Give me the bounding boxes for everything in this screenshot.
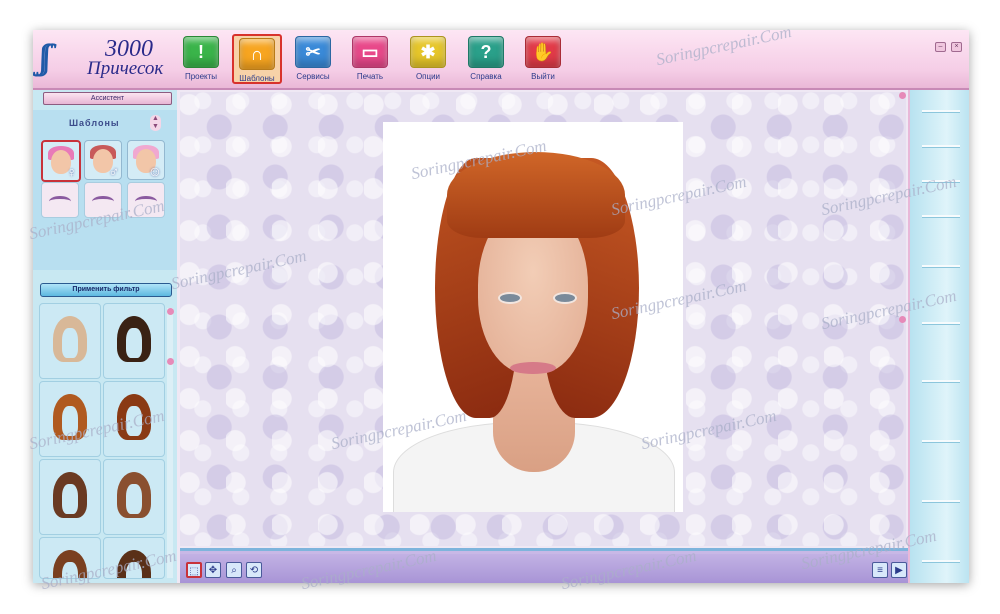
hairstyle-crown	[447, 152, 625, 238]
exit-hand-icon: ✋	[525, 36, 561, 68]
photo-right-eye	[553, 292, 577, 304]
services-label: Сервисы	[296, 72, 330, 81]
panel-divider	[922, 145, 960, 147]
left-panel: Ассистент Шаблоны ▲ ▼ ♀ ♂ ☺ Применить фи…	[33, 90, 177, 583]
panel-divider	[922, 440, 960, 442]
portrait-photo[interactable]	[383, 122, 683, 512]
app-logo: ʃʃ 3000 Причесок	[37, 34, 169, 84]
hairstyle-thumbnail[interactable]	[39, 303, 101, 379]
hairstyle-wig-icon	[117, 394, 151, 440]
templates-scroll-arrows-icon[interactable]: ▲ ▼	[150, 115, 161, 131]
hairstyle-wig-icon	[117, 550, 151, 578]
canvas-side-knob-icon[interactable]	[899, 316, 906, 323]
bottom-toolbar-body: ⬚ ✥ ⌕ ⟲ ≡ ▶	[180, 554, 908, 583]
eye-makeup-icon	[92, 196, 114, 207]
templates-title: Шаблоны	[69, 118, 120, 128]
logo-mark-icon: ʃʃ	[39, 38, 52, 78]
scroll-knob-icon[interactable]	[167, 358, 174, 365]
app-window: ʃʃ 3000 Причесок ! Проекты ∩ Шаблоны ✂ С…	[33, 30, 969, 583]
female-category-button[interactable]: ♀	[41, 140, 81, 182]
hairstyle-thumbnail[interactable]	[103, 537, 165, 579]
hairstyle-wig-icon	[53, 472, 87, 518]
hairstyle-thumbnail[interactable]	[39, 459, 101, 535]
select-move-icon[interactable]: ⬚	[186, 562, 202, 578]
scissors-icon: ✂	[295, 36, 331, 68]
editing-canvas[interactable]	[180, 92, 906, 546]
hairstyle-wig-icon	[53, 394, 87, 440]
hairstyle-thumbnail[interactable]	[103, 459, 165, 535]
eyes-category-3-button[interactable]	[127, 182, 165, 218]
help-question-icon: ?	[468, 36, 504, 68]
hairstyle-grid	[39, 303, 165, 581]
templates-label: Шаблоны	[239, 74, 275, 83]
print-label: Печать	[356, 72, 384, 81]
hairstyle-thumbnail[interactable]	[39, 537, 101, 579]
photo-lips	[510, 362, 556, 374]
logo-word: Причесок	[87, 58, 164, 79]
hairstyle-wig-icon	[53, 316, 87, 362]
panel-divider	[922, 500, 960, 502]
slideshow-icon[interactable]: ▶	[891, 562, 907, 578]
hairstyle-wig-icon	[117, 316, 151, 362]
hairstyle-wig-icon	[53, 550, 87, 578]
minimize-button[interactable]: –	[935, 42, 946, 52]
folder-exclamation-icon: !	[183, 36, 219, 68]
help-button[interactable]: ? Справка	[461, 34, 511, 84]
panel-divider	[922, 265, 960, 267]
printer-icon: ▭	[352, 36, 388, 68]
eye-makeup-icon	[49, 196, 71, 207]
panel-divider	[922, 180, 960, 182]
projects-button[interactable]: ! Проекты	[176, 34, 226, 84]
zoom-icon[interactable]: ⌕	[226, 562, 242, 578]
hair-template-icon: ∩	[239, 38, 275, 70]
panel-divider	[922, 215, 960, 217]
scroll-knob-icon[interactable]	[167, 308, 174, 315]
female-symbol-icon: ♀	[66, 164, 78, 180]
apply-filter-button[interactable]: Применить фильтр	[40, 283, 172, 297]
eyes-category-1-button[interactable]	[41, 182, 79, 218]
close-button[interactable]: ×	[951, 42, 962, 52]
panel-divider	[922, 560, 960, 562]
canvas-corner-knob-icon[interactable]	[899, 92, 906, 99]
male-category-button[interactable]: ♂	[84, 140, 122, 180]
templates-button[interactable]: ∩ Шаблоны	[232, 34, 282, 84]
eyes-category-2-button[interactable]	[84, 182, 122, 218]
hairstyle-thumbnail[interactable]	[39, 381, 101, 457]
eye-makeup-icon	[135, 196, 157, 207]
hairstyle-thumbnail[interactable]	[103, 303, 165, 379]
options-gear-icon: ✱	[410, 36, 446, 68]
exit-button[interactable]: ✋ Выйти	[518, 34, 568, 84]
projects-label: Проекты	[184, 72, 218, 81]
panel-divider	[922, 380, 960, 382]
child-symbol-icon: ☺	[147, 163, 162, 179]
main-toolbar: ʃʃ 3000 Причесок ! Проекты ∩ Шаблоны ✂ С…	[33, 30, 969, 90]
panel-divider	[922, 110, 960, 112]
hairstyle-scrollbar[interactable]	[167, 308, 174, 578]
rotate-icon[interactable]: ⟲	[246, 562, 262, 578]
print-button[interactable]: ▭ Печать	[345, 34, 395, 84]
child-category-button[interactable]: ☺	[127, 140, 165, 180]
panel-divider	[922, 322, 960, 324]
bottom-toolbar: ⬚ ✥ ⌕ ⟲ ≡ ▶	[180, 548, 908, 583]
right-panel	[908, 90, 969, 583]
help-label: Справка	[470, 72, 502, 81]
exit-label: Выйти	[531, 72, 555, 81]
photo-left-eye	[498, 292, 522, 304]
hairstyle-wig-icon	[117, 472, 151, 518]
assistant-button[interactable]: Ассистент	[43, 92, 172, 105]
hairstyle-thumbnail[interactable]	[103, 381, 165, 457]
services-button[interactable]: ✂ Сервисы	[288, 34, 338, 84]
options-label: Опции	[415, 72, 441, 81]
move-arrows-icon[interactable]: ✥	[205, 562, 221, 578]
options-button[interactable]: ✱ Опции	[403, 34, 453, 84]
male-symbol-icon: ♂	[108, 163, 120, 179]
list-icon[interactable]: ≡	[872, 562, 888, 578]
templates-section: Шаблоны ▲ ▼ ♀ ♂ ☺	[33, 110, 177, 270]
